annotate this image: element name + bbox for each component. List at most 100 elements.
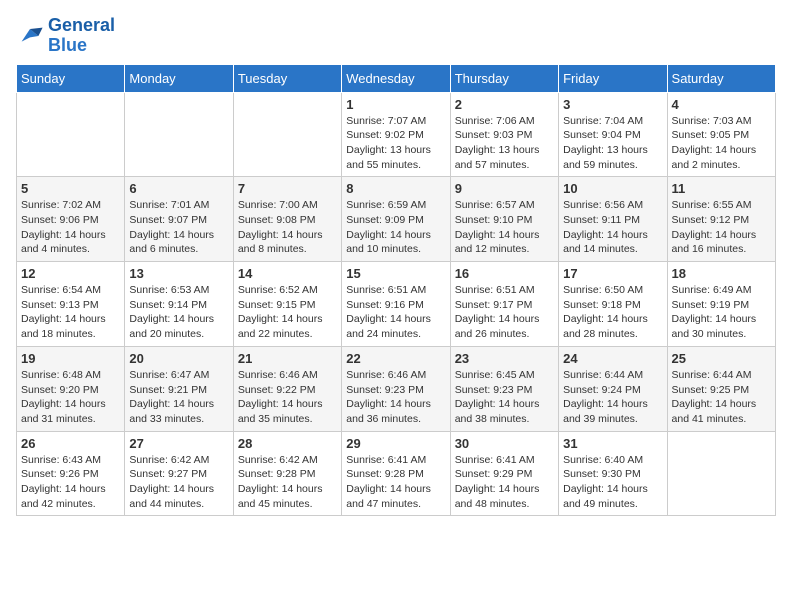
day-info: Sunrise: 7:00 AMSunset: 9:08 PMDaylight:… (238, 198, 337, 257)
day-info: Sunrise: 6:57 AMSunset: 9:10 PMDaylight:… (455, 198, 554, 257)
logo-icon (16, 22, 44, 50)
day-number: 27 (129, 436, 228, 451)
calendar-cell: 21Sunrise: 6:46 AMSunset: 9:22 PMDayligh… (233, 346, 341, 431)
calendar-cell: 19 Sunrise: 6:48 AMSunset: 9:20 PMDayligh… (17, 346, 125, 431)
calendar-cell: 1 Sunrise: 7:07 AMSunset: 9:02 PMDaylight… (342, 92, 450, 177)
day-info: Sunrise: 6:46 AMSunset: 9:23 PMDaylight:… (346, 368, 445, 427)
day-info: Sunrise: 6:53 AMSunset: 9:14 PMDaylight:… (129, 283, 228, 342)
weekday-header-wednesday: Wednesday (342, 64, 450, 92)
day-number: 9 (455, 181, 554, 196)
day-info: Sunrise: 6:51 AMSunset: 9:17 PMDaylight:… (455, 283, 554, 342)
day-info: Sunrise: 6:45 AMSunset: 9:23 PMDaylight:… (455, 368, 554, 427)
calendar-table: SundayMondayTuesdayWednesdayThursdayFrid… (16, 64, 776, 517)
calendar-cell: 24Sunrise: 6:44 AMSunset: 9:24 PMDayligh… (559, 346, 667, 431)
day-info: Sunrise: 6:51 AMSunset: 9:16 PMDaylight:… (346, 283, 445, 342)
calendar-cell: 10 Sunrise: 6:56 AMSunset: 9:11 PMDayligh… (559, 177, 667, 262)
week-row-1: 1 Sunrise: 7:07 AMSunset: 9:02 PMDaylight… (17, 92, 776, 177)
week-row-3: 12 Sunrise: 6:54 AMSunset: 9:13 PMDayligh… (17, 262, 776, 347)
day-info: Sunrise: 6:43 AMSunset: 9:26 PMDaylight:… (21, 453, 120, 512)
calendar-cell: 16 Sunrise: 6:51 AMSunset: 9:17 PMDayligh… (450, 262, 558, 347)
day-number: 2 (455, 97, 554, 112)
week-row-4: 19 Sunrise: 6:48 AMSunset: 9:20 PMDayligh… (17, 346, 776, 431)
calendar-cell: 28 Sunrise: 6:42 AMSunset: 9:28 PMDayligh… (233, 431, 341, 516)
day-info: Sunrise: 6:40 AMSunset: 9:30 PMDaylight:… (563, 453, 662, 512)
weekday-header-row: SundayMondayTuesdayWednesdayThursdayFrid… (17, 64, 776, 92)
day-number: 1 (346, 97, 445, 112)
weekday-header-thursday: Thursday (450, 64, 558, 92)
calendar-cell (125, 92, 233, 177)
weekday-header-sunday: Sunday (17, 64, 125, 92)
day-info: Sunrise: 6:42 AMSunset: 9:27 PMDaylight:… (129, 453, 228, 512)
calendar-cell: 15 Sunrise: 6:51 AMSunset: 9:16 PMDayligh… (342, 262, 450, 347)
day-info: Sunrise: 6:46 AMSunset: 9:22 PMDaylight:… (238, 368, 337, 427)
day-number: 25 (672, 351, 771, 366)
day-number: 10 (563, 181, 662, 196)
day-info: Sunrise: 6:41 AMSunset: 9:28 PMDaylight:… (346, 453, 445, 512)
day-number: 23 (455, 351, 554, 366)
day-number: 28 (238, 436, 337, 451)
day-number: 6 (129, 181, 228, 196)
day-info: Sunrise: 6:42 AMSunset: 9:28 PMDaylight:… (238, 453, 337, 512)
day-info: Sunrise: 6:48 AMSunset: 9:20 PMDaylight:… (21, 368, 120, 427)
calendar-cell: 17Sunrise: 6:50 AMSunset: 9:18 PMDayligh… (559, 262, 667, 347)
day-number: 4 (672, 97, 771, 112)
calendar-cell: 8Sunrise: 6:59 AMSunset: 9:09 PMDaylight… (342, 177, 450, 262)
calendar-cell: 18 Sunrise: 6:49 AMSunset: 9:19 PMDayligh… (667, 262, 775, 347)
calendar-cell: 7Sunrise: 7:00 AMSunset: 9:08 PMDaylight… (233, 177, 341, 262)
day-number: 20 (129, 351, 228, 366)
day-number: 11 (672, 181, 771, 196)
week-row-2: 5Sunrise: 7:02 AMSunset: 9:06 PMDaylight… (17, 177, 776, 262)
calendar-cell (667, 431, 775, 516)
day-info: Sunrise: 6:49 AMSunset: 9:19 PMDaylight:… (672, 283, 771, 342)
day-number: 3 (563, 97, 662, 112)
calendar-cell: 11 Sunrise: 6:55 AMSunset: 9:12 PMDayligh… (667, 177, 775, 262)
day-info: Sunrise: 6:56 AMSunset: 9:11 PMDaylight:… (563, 198, 662, 257)
calendar-cell: 30 Sunrise: 6:41 AMSunset: 9:29 PMDayligh… (450, 431, 558, 516)
week-row-5: 26 Sunrise: 6:43 AMSunset: 9:26 PMDayligh… (17, 431, 776, 516)
calendar-cell: 14 Sunrise: 6:52 AMSunset: 9:15 PMDayligh… (233, 262, 341, 347)
day-info: Sunrise: 6:44 AMSunset: 9:24 PMDaylight:… (563, 368, 662, 427)
calendar-cell: 23 Sunrise: 6:45 AMSunset: 9:23 PMDayligh… (450, 346, 558, 431)
calendar-cell: 5Sunrise: 7:02 AMSunset: 9:06 PMDaylight… (17, 177, 125, 262)
calendar-cell: 12 Sunrise: 6:54 AMSunset: 9:13 PMDayligh… (17, 262, 125, 347)
day-info: Sunrise: 7:03 AMSunset: 9:05 PMDaylight:… (672, 114, 771, 173)
day-number: 16 (455, 266, 554, 281)
day-number: 30 (455, 436, 554, 451)
calendar-cell: 20 Sunrise: 6:47 AMSunset: 9:21 PMDayligh… (125, 346, 233, 431)
day-info: Sunrise: 6:44 AMSunset: 9:25 PMDaylight:… (672, 368, 771, 427)
day-info: Sunrise: 6:55 AMSunset: 9:12 PMDaylight:… (672, 198, 771, 257)
calendar-cell: 25 Sunrise: 6:44 AMSunset: 9:25 PMDayligh… (667, 346, 775, 431)
calendar-cell: 6 Sunrise: 7:01 AMSunset: 9:07 PMDaylight… (125, 177, 233, 262)
day-number: 18 (672, 266, 771, 281)
calendar-cell (233, 92, 341, 177)
day-number: 15 (346, 266, 445, 281)
day-number: 26 (21, 436, 120, 451)
calendar-cell: 26 Sunrise: 6:43 AMSunset: 9:26 PMDayligh… (17, 431, 125, 516)
calendar-cell: 2Sunrise: 7:06 AMSunset: 9:03 PMDaylight… (450, 92, 558, 177)
day-number: 31 (563, 436, 662, 451)
day-info: Sunrise: 7:02 AMSunset: 9:06 PMDaylight:… (21, 198, 120, 257)
day-info: Sunrise: 6:59 AMSunset: 9:09 PMDaylight:… (346, 198, 445, 257)
day-info: Sunrise: 6:54 AMSunset: 9:13 PMDaylight:… (21, 283, 120, 342)
calendar-cell: 22 Sunrise: 6:46 AMSunset: 9:23 PMDayligh… (342, 346, 450, 431)
day-info: Sunrise: 6:52 AMSunset: 9:15 PMDaylight:… (238, 283, 337, 342)
weekday-header-tuesday: Tuesday (233, 64, 341, 92)
logo: General Blue (16, 16, 115, 56)
weekday-header-monday: Monday (125, 64, 233, 92)
weekday-header-friday: Friday (559, 64, 667, 92)
calendar-cell (17, 92, 125, 177)
day-info: Sunrise: 6:41 AMSunset: 9:29 PMDaylight:… (455, 453, 554, 512)
day-number: 19 (21, 351, 120, 366)
day-number: 22 (346, 351, 445, 366)
day-info: Sunrise: 6:47 AMSunset: 9:21 PMDaylight:… (129, 368, 228, 427)
weekday-header-saturday: Saturday (667, 64, 775, 92)
day-number: 12 (21, 266, 120, 281)
calendar-cell: 27 Sunrise: 6:42 AMSunset: 9:27 PMDayligh… (125, 431, 233, 516)
calendar-cell: 29 Sunrise: 6:41 AMSunset: 9:28 PMDayligh… (342, 431, 450, 516)
day-info: Sunrise: 7:07 AMSunset: 9:02 PMDaylight:… (346, 114, 445, 173)
day-number: 29 (346, 436, 445, 451)
logo-text: General Blue (48, 16, 115, 56)
day-info: Sunrise: 7:01 AMSunset: 9:07 PMDaylight:… (129, 198, 228, 257)
calendar-cell: 13Sunrise: 6:53 AMSunset: 9:14 PMDayligh… (125, 262, 233, 347)
day-number: 14 (238, 266, 337, 281)
